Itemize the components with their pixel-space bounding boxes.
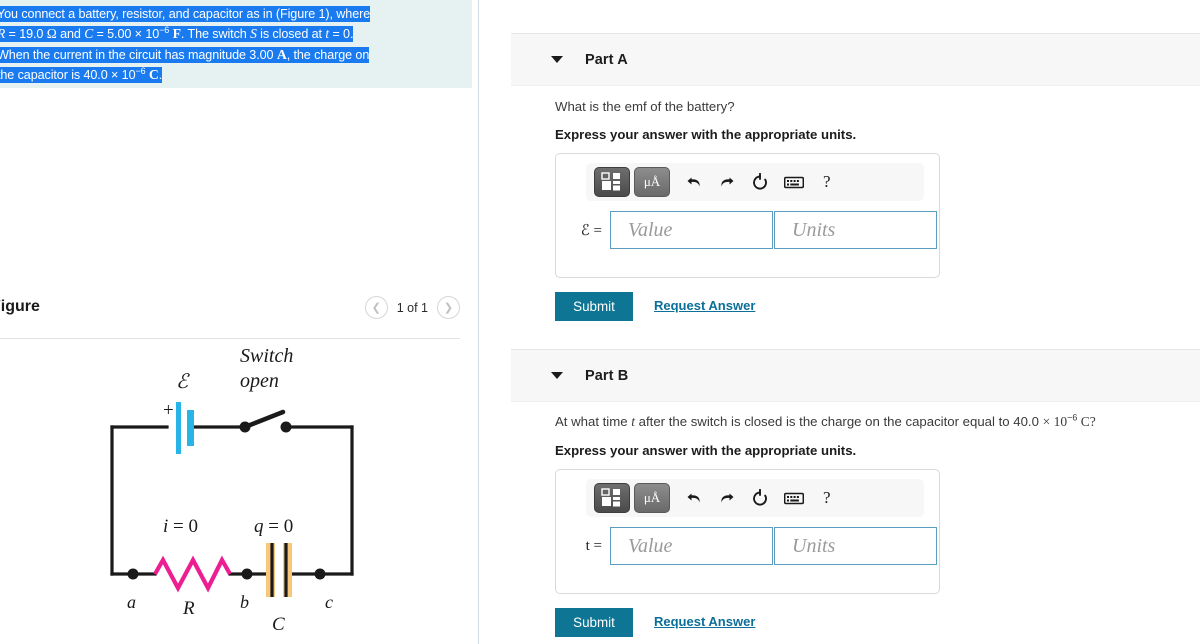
redo-arrow-icon[interactable] bbox=[718, 173, 736, 191]
figure-navigation: ❮ 1 of 1 ❯ bbox=[364, 296, 460, 319]
battery-symbol bbox=[176, 402, 194, 454]
part-b-label: Part B bbox=[585, 367, 629, 384]
part-a-header[interactable]: Part A bbox=[511, 33, 1200, 86]
problem-line-4: the capacitor is 40.0 × 10−6 C. bbox=[0, 67, 162, 84]
undo-arrow-icon[interactable] bbox=[685, 173, 703, 191]
switch-label-line1: Switch bbox=[240, 345, 293, 367]
part-a-answer-row: ℰ = Value Units bbox=[568, 211, 937, 249]
resistor-label: R bbox=[182, 598, 195, 619]
part-b-header[interactable]: Part B bbox=[511, 349, 1200, 402]
part-b-submit-button[interactable]: Submit bbox=[555, 608, 633, 637]
redo-arrow-icon[interactable] bbox=[718, 489, 736, 507]
svg-text:ℰ: ℰ bbox=[176, 371, 190, 393]
problem-line-2: R = 19.0 Ω and C = 5.00 × 10−6 F. The sw… bbox=[0, 26, 353, 43]
part-a-units-placeholder: Units bbox=[792, 218, 836, 241]
capacitor-label: C bbox=[272, 614, 285, 635]
part-b-units-placeholder: Units bbox=[792, 534, 836, 557]
part-b-request-answer-link[interactable]: Request Answer bbox=[654, 614, 755, 629]
units-icon[interactable]: μÅ bbox=[634, 483, 670, 513]
part-a-toolbar: μÅ ? bbox=[586, 163, 924, 201]
part-a-answer-box: μÅ ? ℰ = Value Units bbox=[555, 153, 940, 278]
part-b-answer-box: μÅ ? t = Value Units bbox=[555, 469, 940, 594]
svg-text:+: + bbox=[163, 400, 174, 421]
part-b-question: At what time t after the switch is close… bbox=[555, 412, 1096, 429]
keyboard-icon[interactable] bbox=[784, 492, 804, 505]
problem-line-3: When the current in the circuit has magn… bbox=[0, 46, 369, 63]
part-b-variable: t = bbox=[585, 537, 602, 554]
node-a-dot bbox=[127, 568, 139, 580]
part-a-units-input[interactable]: Units bbox=[774, 211, 937, 249]
figure-header: Figure ❮ 1 of 1 ❯ bbox=[0, 296, 472, 338]
reset-circle-icon[interactable] bbox=[751, 488, 769, 508]
part-b-answer-row: t = Value Units bbox=[568, 527, 937, 565]
node-b-label: b bbox=[240, 592, 249, 612]
figure-counter: 1 of 1 bbox=[396, 300, 428, 315]
caret-down-icon[interactable] bbox=[551, 56, 563, 63]
units-icon[interactable]: μÅ bbox=[634, 167, 670, 197]
part-a-value-placeholder: Value bbox=[628, 218, 673, 241]
part-a-instruction: Express your answer with the appropriate… bbox=[555, 127, 857, 142]
current-label: i = 0 bbox=[163, 516, 198, 537]
math-template-icon[interactable] bbox=[594, 483, 630, 513]
resistor-symbol bbox=[153, 555, 232, 593]
node-b-dot bbox=[241, 568, 253, 580]
problem-panel: You connect a battery, resistor, and cap… bbox=[0, 0, 472, 644]
part-b-instruction: Express your answer with the appropriate… bbox=[555, 443, 857, 458]
switch-symbol bbox=[239, 409, 292, 433]
switch-label-line2: open bbox=[240, 370, 279, 392]
answer-panel: Part A What is the emf of the battery? E… bbox=[479, 0, 1200, 644]
charge-label: q = 0 bbox=[254, 516, 293, 537]
chevron-right-icon[interactable]: ❯ bbox=[437, 296, 460, 319]
part-b-value-placeholder: Value bbox=[628, 534, 673, 557]
node-c-dot bbox=[314, 568, 326, 580]
part-a-value-input[interactable]: Value bbox=[610, 211, 773, 249]
help-icon[interactable]: ? bbox=[823, 172, 831, 192]
undo-arrow-icon[interactable] bbox=[685, 489, 703, 507]
math-template-icon[interactable] bbox=[594, 167, 630, 197]
problem-statement-text: You connect a battery, resistor, and cap… bbox=[0, 5, 443, 86]
caret-down-icon[interactable] bbox=[551, 372, 563, 379]
part-a-variable: ℰ = bbox=[580, 222, 602, 239]
part-a-label: Part A bbox=[585, 51, 628, 68]
circuit-diagram: + ℰ Switch open i = 0 q = 0 a R b C c bbox=[110, 345, 354, 635]
part-b-value-input[interactable]: Value bbox=[610, 527, 773, 565]
part-b-toolbar: μÅ ? bbox=[586, 479, 924, 517]
figure-divider bbox=[0, 338, 460, 339]
help-icon[interactable]: ? bbox=[823, 488, 831, 508]
part-a-request-answer-link[interactable]: Request Answer bbox=[654, 298, 755, 313]
part-a-question: What is the emf of the battery? bbox=[555, 99, 735, 114]
problem-line-1: You connect a battery, resistor, and cap… bbox=[0, 6, 370, 22]
page-root: You connect a battery, resistor, and cap… bbox=[0, 0, 1200, 644]
figure-title: Figure bbox=[0, 298, 40, 315]
part-a-submit-button[interactable]: Submit bbox=[555, 292, 633, 321]
node-a-label: a bbox=[127, 592, 136, 612]
capacitor-symbol bbox=[266, 543, 292, 597]
node-c-label: c bbox=[325, 592, 333, 612]
chevron-left-icon[interactable]: ❮ bbox=[364, 296, 388, 319]
part-b-units-input[interactable]: Units bbox=[774, 527, 937, 565]
keyboard-icon[interactable] bbox=[784, 176, 804, 189]
reset-circle-icon[interactable] bbox=[751, 172, 769, 192]
